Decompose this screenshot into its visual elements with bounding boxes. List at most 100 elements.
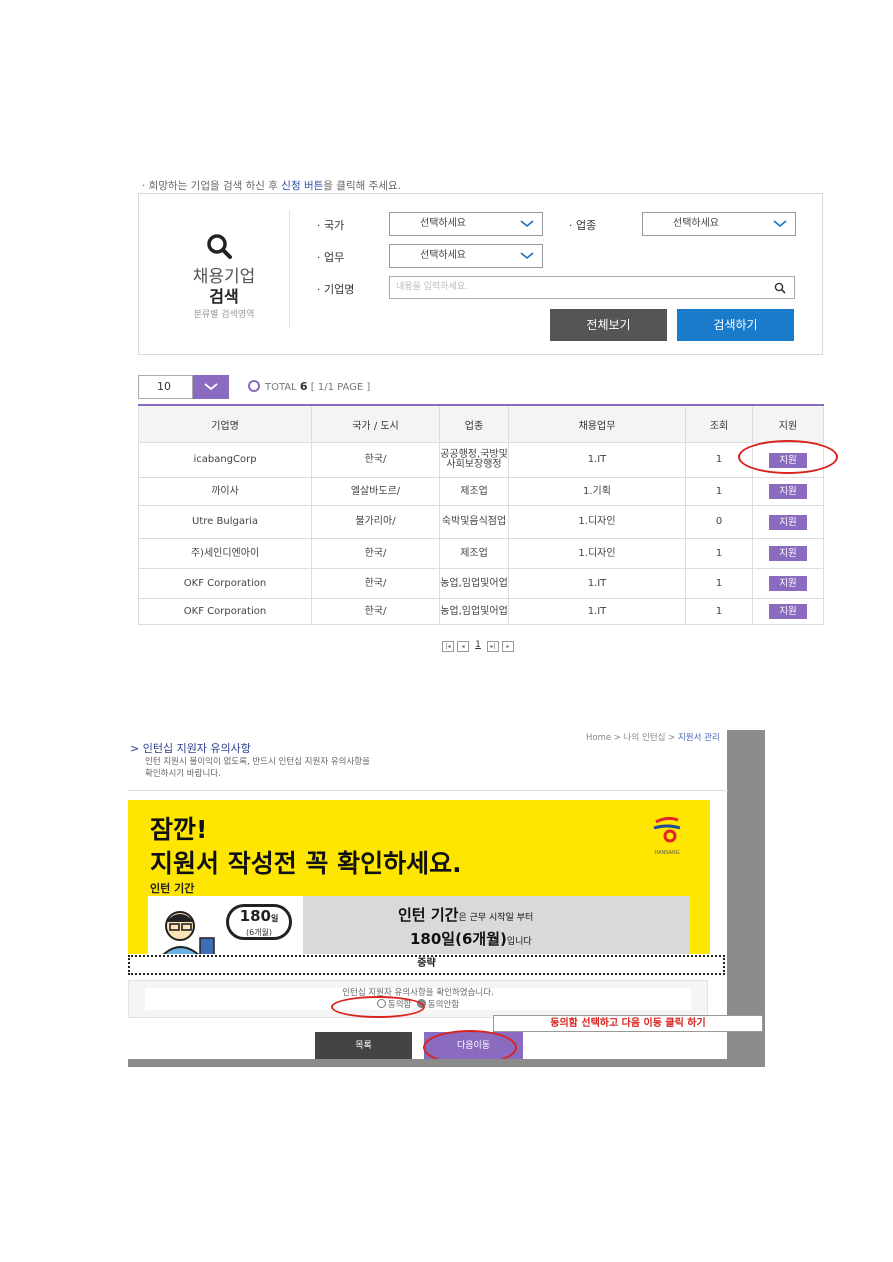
disagree-label[interactable]: 동의안함 xyxy=(428,1000,459,1010)
chevron-down-icon xyxy=(773,220,787,228)
cell-industry: 제조업 xyxy=(439,477,509,506)
bubble-days: 180 xyxy=(239,907,271,925)
total-label: TOTAL xyxy=(265,382,297,393)
cell-company[interactable]: icabangCorp xyxy=(138,442,312,478)
page-size-select[interactable]: 10 xyxy=(138,375,193,399)
notice-title: > 인턴십 지원자 유의사항 xyxy=(130,742,251,755)
next-page-icon[interactable]: ▸ xyxy=(502,641,514,652)
company-label: · 기업명 xyxy=(317,283,355,296)
banner-heading-2: 지원서 작성전 꼭 확인하세요. xyxy=(150,849,462,878)
country-select-value: 선택하세요 xyxy=(420,218,466,229)
period-bubble: 180일 (6개월) xyxy=(226,904,292,940)
search-panel: 채용기업 검색 분류별 검색영역 · 국가 선택하세요 · 업종 선택하세요 ·… xyxy=(138,193,823,355)
search-button[interactable]: 검색하기 xyxy=(677,309,794,341)
table-row: 주)세인디엔아이 한국/ 제조업 1.디자인 1 지원 xyxy=(138,538,824,569)
chevron-down-icon xyxy=(204,383,218,391)
chevron-down-icon xyxy=(520,252,534,260)
period-title: 인턴 기간은 근무 시작일 부터 xyxy=(398,904,533,925)
company-table: 기업명 국가 / 도시 업종 채용업무 조회 지원 icabangCorp 한국… xyxy=(138,404,824,625)
table-row: OKF Corporation 한국/ 농업,임업및어업 1.IT 1 지원 xyxy=(138,598,824,625)
intro-highlight: 신청 버튼 xyxy=(281,180,324,192)
industry-select[interactable]: 선택하세요 xyxy=(642,212,796,236)
total-summary: TOTAL 6 [ 1/1 PAGE ] xyxy=(248,380,370,393)
table-header-row: 기업명 국가 / 도시 업종 채용업무 조회 지원 xyxy=(138,404,824,443)
bubble-months: (6개월) xyxy=(245,928,273,937)
cell-country: 한국/ xyxy=(311,442,440,478)
cell-industry: 농업,임업및어업 xyxy=(439,568,509,599)
cell-country: 불가리아/ xyxy=(311,505,440,539)
header-country: 국가 / 도시 xyxy=(311,404,440,443)
header-company: 기업명 xyxy=(138,404,312,443)
header-industry: 업종 xyxy=(439,404,509,443)
apply-button[interactable]: 지원 xyxy=(769,484,807,499)
cell-apply: 지원 xyxy=(752,477,824,506)
instruction-note: 동의함 선택하고 다음 이동 클릭 하기 xyxy=(493,1015,763,1032)
cell-company[interactable]: OKF Corporation xyxy=(138,598,312,625)
cell-country: 한국/ xyxy=(311,538,440,569)
period-days-suffix: 입니다 xyxy=(506,937,532,947)
period-days: 180일(6개월)입니다 xyxy=(410,928,532,949)
prev-page-icon[interactable]: ◂ xyxy=(457,641,469,652)
next-group-icon[interactable]: ▸| xyxy=(487,641,499,652)
page-info: [ 1/1 PAGE ] xyxy=(310,382,371,393)
breadcrumb-home[interactable]: Home > 나의 인턴십 > xyxy=(586,733,678,743)
apply-button[interactable]: 지원 xyxy=(769,576,807,591)
breadcrumb: Home > 나의 인턴십 > 지원서 관리 xyxy=(586,731,720,743)
search-icon[interactable] xyxy=(774,282,786,294)
first-page-icon[interactable]: |◂ xyxy=(442,641,454,652)
cell-job: 1.디자인 xyxy=(508,505,686,539)
company-name-input[interactable]: 내용을 입력하세요. xyxy=(389,276,795,299)
job-label: · 업무 xyxy=(317,251,345,264)
notice-banner: 잠깐! 지원서 작성전 꼭 확인하세요. 인턴 기간 HANSANG 180일 … xyxy=(128,800,710,954)
cell-job: 1.IT xyxy=(508,598,686,625)
cell-industry: 공공행정,국방및사회보장행정 xyxy=(439,442,509,478)
company-input-placeholder: 내용을 입력하세요. xyxy=(396,282,468,292)
person-illustration-icon xyxy=(162,911,215,954)
cell-job: 1.기획 xyxy=(508,477,686,506)
cell-company[interactable]: 까이사 xyxy=(138,477,312,506)
cell-company[interactable]: Utre Bulgaria xyxy=(138,505,312,539)
intro-after: 을 클릭해 주세요. xyxy=(323,180,401,192)
agreement-text: 인턴십 지원자 유의사항을 확인하였습니다. xyxy=(342,988,494,998)
cell-country: 엘살바도르/ xyxy=(311,477,440,506)
logo-text: HANSANG xyxy=(654,850,680,856)
notice-desc-line1: 인턴 지원시 불이익이 없도록, 반드시 인턴십 지원자 유의사항을 xyxy=(145,757,370,767)
cell-apply: 지원 xyxy=(752,538,824,569)
logo-icon xyxy=(653,816,681,843)
country-select[interactable]: 선택하세요 xyxy=(389,212,543,236)
cell-company[interactable]: 주)세인디엔아이 xyxy=(138,538,312,569)
chevron-down-icon xyxy=(520,220,534,228)
apply-button[interactable]: 지원 xyxy=(769,546,807,561)
cell-views: 1 xyxy=(685,538,753,569)
cell-views: 1 xyxy=(685,598,753,625)
intro-text: · 희망하는 기업을 검색 하신 후 신청 버튼을 클릭해 주세요. xyxy=(142,178,401,193)
banner-heading-1: 잠깐! xyxy=(150,815,208,844)
page-size-dropdown-button[interactable] xyxy=(193,375,229,399)
apply-button[interactable]: 지원 xyxy=(769,604,807,619)
view-all-button[interactable]: 전체보기 xyxy=(550,309,667,341)
cell-views: 0 xyxy=(685,505,753,539)
page-number[interactable]: 1 xyxy=(472,641,484,650)
industry-select-value: 선택하세요 xyxy=(673,218,719,229)
cell-job: 1.IT xyxy=(508,568,686,599)
period-title-suffix: 은 근무 시작일 부터 xyxy=(458,913,534,923)
job-select-value: 선택하세요 xyxy=(420,250,466,261)
list-button[interactable]: 목록 xyxy=(315,1032,412,1060)
hansang-logo: HANSANG xyxy=(650,814,684,856)
gray-bottom-bar xyxy=(128,1059,765,1067)
apply-button[interactable]: 지원 xyxy=(769,514,807,530)
cell-country: 한국/ xyxy=(311,598,440,625)
cell-apply: 지원 xyxy=(752,598,824,625)
pagination: |◂ ◂ 1 ▸| ▸ xyxy=(442,641,517,652)
table-row: Utre Bulgaria 불가리아/ 숙박및음식점업 1.디자인 0 지원 xyxy=(138,505,824,539)
table-row: icabangCorp 한국/ 공공행정,국방및사회보장행정 1.IT 1 지원 xyxy=(138,442,824,478)
search-title-bold: 검색 xyxy=(209,287,239,306)
job-select[interactable]: 선택하세요 xyxy=(389,244,543,268)
banner-section-label: 인턴 기간 xyxy=(150,882,195,895)
search-subtitle: 분류별 검색영역 xyxy=(193,310,255,320)
industry-label: · 업종 xyxy=(569,219,597,232)
cell-apply: 지원 xyxy=(752,568,824,599)
cell-company[interactable]: OKF Corporation xyxy=(138,568,312,599)
cell-country: 한국/ xyxy=(311,568,440,599)
cell-industry: 농업,임업및어업 xyxy=(439,598,509,625)
